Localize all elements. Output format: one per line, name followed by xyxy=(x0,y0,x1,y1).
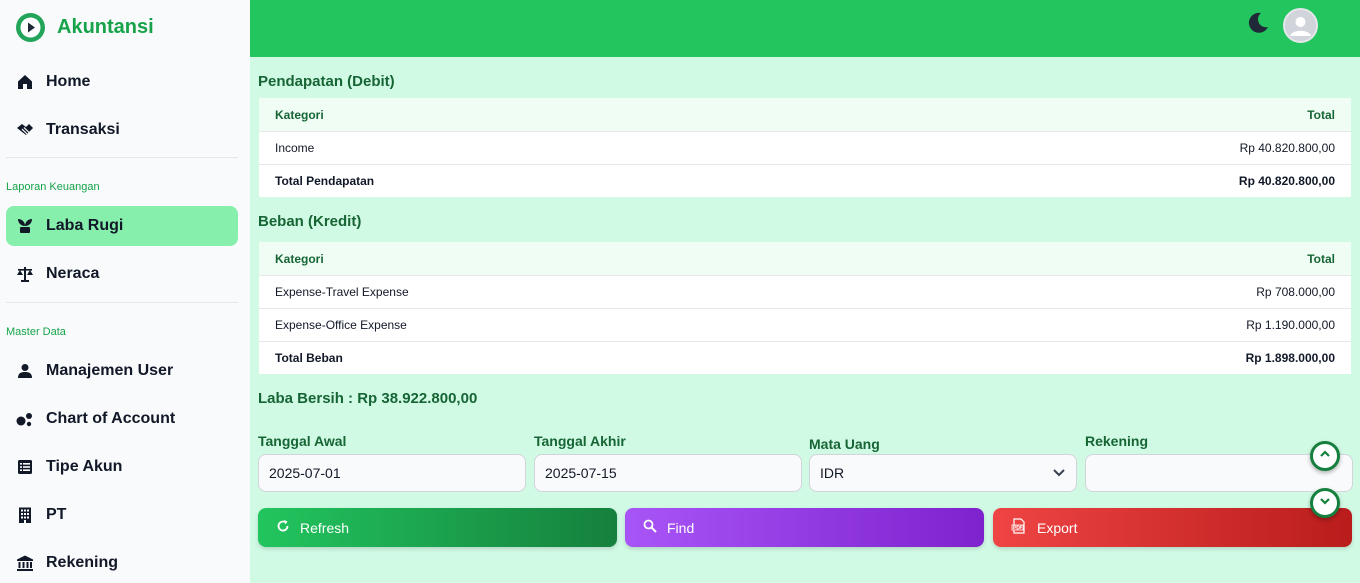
tanggal-awal-label: Tanggal Awal xyxy=(258,433,347,449)
chevron-up-icon xyxy=(1319,447,1331,465)
export-button[interactable]: Export xyxy=(993,508,1352,547)
nav-item-home[interactable]: Home xyxy=(6,62,238,102)
seedling-icon xyxy=(16,217,34,235)
building-icon xyxy=(16,506,34,524)
avatar[interactable] xyxy=(1283,8,1318,43)
mata-uang-label: Mata Uang xyxy=(809,436,880,452)
mata-uang-value: IDR xyxy=(820,465,845,481)
scale-icon xyxy=(16,265,34,283)
tanggal-akhir-value: 2025-07-15 xyxy=(545,465,617,481)
pendapatan-title: Pendapatan (Debit) xyxy=(258,73,395,90)
refresh-button[interactable]: Refresh xyxy=(258,508,617,547)
divider xyxy=(6,302,238,303)
nav-item-tipe-akun[interactable]: Tipe Akun xyxy=(6,447,238,487)
chevron-down-icon xyxy=(1319,494,1331,512)
nav-item-rekening[interactable]: Rekening xyxy=(6,543,238,583)
top-header xyxy=(250,0,1360,57)
brand[interactable]: Akuntansi xyxy=(16,13,154,42)
mata-uang-select[interactable]: IDR xyxy=(809,454,1077,492)
cell-kategori: Income xyxy=(275,141,315,155)
moon-icon[interactable] xyxy=(1246,11,1270,35)
cell-kategori: Expense-Travel Expense xyxy=(275,285,409,299)
table-header-row: Kategori Total xyxy=(259,242,1351,275)
user-icon xyxy=(16,362,34,380)
laba-bersih: Laba Bersih : Rp 38.922.800,00 xyxy=(258,390,478,407)
search-icon xyxy=(643,519,657,536)
scroll-down-button[interactable] xyxy=(1310,488,1340,518)
nav-label: Transaksi xyxy=(46,121,120,138)
nav-label: Home xyxy=(46,73,91,90)
beban-title: Beban (Kredit) xyxy=(258,213,362,230)
pdf-file-icon xyxy=(1011,518,1027,537)
chevron-down-icon xyxy=(1052,465,1066,482)
column-header-kategori: Kategori xyxy=(275,251,324,266)
column-header-total: Total xyxy=(1307,107,1335,122)
nav-label: PT xyxy=(46,506,67,523)
rekening-label: Rekening xyxy=(1085,433,1149,449)
column-header-total: Total xyxy=(1307,251,1335,266)
nav-item-transaksi[interactable]: Transaksi xyxy=(6,110,238,150)
total-label: Total Beban xyxy=(275,351,343,365)
nav-label: Tipe Akun xyxy=(46,458,123,475)
section-label-laporan: Laporan Keuangan xyxy=(6,181,100,193)
find-label: Find xyxy=(667,519,695,536)
export-label: Export xyxy=(1037,519,1078,536)
table-header-row: Kategori Total xyxy=(259,98,1351,131)
tanggal-awal-input[interactable]: 2025-07-01 xyxy=(258,454,526,492)
total-value: Rp 40.820.800,00 xyxy=(1238,174,1335,188)
divider xyxy=(6,157,238,158)
bank-icon xyxy=(16,554,34,572)
nav-label: Manajemen User xyxy=(46,362,174,379)
nav-label: Laba Rugi xyxy=(46,217,124,234)
refresh-label: Refresh xyxy=(300,519,350,536)
nav-item-neraca[interactable]: Neraca xyxy=(6,254,238,294)
nav-item-chart-of-account[interactable]: Chart of Account xyxy=(6,399,238,439)
column-header-kategori: Kategori xyxy=(275,107,324,122)
nav-item-pt[interactable]: PT xyxy=(6,495,238,535)
nav-item-laba-rugi[interactable]: Laba Rugi xyxy=(6,206,238,246)
list-icon xyxy=(16,458,34,476)
table-row: Expense-Office Expense Rp 1.190.000,00 xyxy=(259,308,1351,341)
total-value: Rp 1.898.000,00 xyxy=(1245,351,1335,365)
nav-item-manajemen-user[interactable]: Manajemen User xyxy=(6,351,238,391)
sidebar: Akuntansi Home Transaksi Laporan Keuanga… xyxy=(0,0,250,583)
nav-label: Chart of Account xyxy=(46,410,176,427)
cell-total: Rp 708.000,00 xyxy=(1256,285,1335,299)
nav-label: Neraca xyxy=(46,265,100,282)
cell-kategori: Expense-Office Expense xyxy=(275,318,407,332)
tanggal-akhir-input[interactable]: 2025-07-15 xyxy=(534,454,802,492)
section-label-master: Master Data xyxy=(6,326,66,338)
brand-name: Akuntansi xyxy=(57,16,154,38)
home-icon xyxy=(16,73,34,91)
table-total-row: Total Beban Rp 1.898.000,00 xyxy=(259,341,1351,374)
cell-total: Rp 40.820.800,00 xyxy=(1239,141,1335,155)
table-total-row: Total Pendapatan Rp 40.820.800,00 xyxy=(259,164,1351,197)
total-label: Total Pendapatan xyxy=(275,174,375,188)
play-logo-icon xyxy=(16,13,45,42)
tanggal-akhir-label: Tanggal Akhir xyxy=(534,433,626,449)
handshake-icon xyxy=(16,121,34,139)
pendapatan-table: Kategori Total Income Rp 40.820.800,00 T… xyxy=(258,97,1352,198)
refresh-icon xyxy=(276,519,290,536)
nav-label: Rekening xyxy=(46,554,119,571)
circles-icon xyxy=(16,410,34,428)
table-row: Income Rp 40.820.800,00 xyxy=(259,131,1351,164)
beban-table: Kategori Total Expense-Travel Expense Rp… xyxy=(258,241,1352,375)
cell-total: Rp 1.190.000,00 xyxy=(1246,318,1335,332)
table-row: Expense-Travel Expense Rp 708.000,00 xyxy=(259,275,1351,308)
find-button[interactable]: Find xyxy=(625,508,984,547)
scroll-up-button[interactable] xyxy=(1310,441,1340,471)
tanggal-awal-value: 2025-07-01 xyxy=(269,465,341,481)
